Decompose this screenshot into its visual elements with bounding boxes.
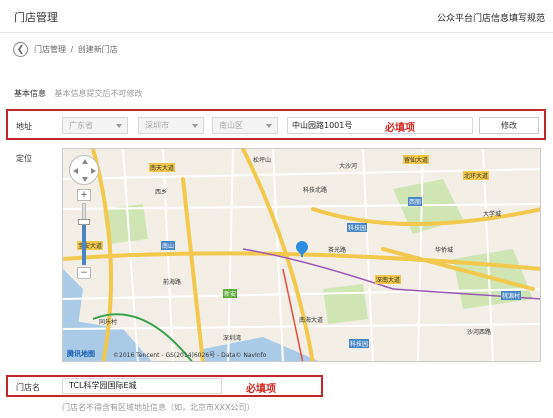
district-value: 南山区: [219, 121, 243, 130]
street-address-input[interactable]: 中山园路1001号: [287, 117, 473, 134]
location-label: 定位: [16, 154, 32, 163]
pan-left-icon[interactable]: [73, 168, 78, 174]
basic-info-section: 基本信息 基本信息提交后不可修改: [14, 88, 143, 99]
map-label: 同乐村: [99, 319, 118, 326]
chevron-down-icon: [116, 124, 122, 128]
basic-info-label: 基本信息: [14, 89, 46, 98]
pan-down-icon[interactable]: [82, 177, 88, 182]
district-select[interactable]: 南山区: [212, 117, 278, 134]
map-label: 北环大道: [463, 171, 490, 180]
map-footer: 腾讯地图 ©2016 Tencent - GS(2014)6026号 - Dat…: [63, 349, 540, 361]
map-label: 华侨城: [435, 247, 454, 254]
page-title: 门店管理: [14, 11, 58, 24]
map-label: 科技园: [349, 339, 370, 348]
zoom-handle[interactable]: [78, 218, 90, 225]
map-label: 桃源村: [501, 291, 522, 300]
city-value: 深圳市: [145, 121, 169, 130]
pan-right-icon[interactable]: [91, 168, 96, 174]
arrow-left-icon: ❮: [16, 44, 25, 55]
address-label: 地址: [16, 122, 32, 131]
map-label: 南山: [161, 241, 176, 250]
chevron-down-icon: [192, 124, 198, 128]
map-label: 科技北路: [303, 187, 328, 194]
map-pan-control[interactable]: [69, 155, 99, 185]
map-label: 新安: [223, 289, 238, 298]
zoom-out-button[interactable]: −: [77, 267, 91, 279]
zoom-level-fill: [82, 221, 86, 265]
province-value: 广东省: [69, 121, 93, 130]
map-label: 大沙河: [339, 163, 358, 170]
city-select[interactable]: 深圳市: [138, 117, 204, 134]
address-required-note: 必填项: [385, 123, 415, 134]
map-label: 大学城: [483, 211, 502, 218]
map-label: 前海路: [163, 279, 182, 286]
map-label: 西丽: [408, 197, 423, 206]
store-name-hint: 门店名不得含有区域地址信息（如，北京市XXX公司）: [62, 403, 255, 412]
chevron-down-icon: [266, 124, 272, 128]
map-label: 南海大道: [299, 317, 324, 324]
breadcrumb-parent[interactable]: 门店管理: [34, 45, 66, 54]
map-label: 深圳湾: [223, 335, 242, 342]
store-name-input[interactable]: TCL科学园国际E城: [62, 378, 222, 394]
pan-up-icon[interactable]: [82, 159, 88, 164]
map-copyright: ©2016 Tencent - GS(2014)6026号 - Data© Na…: [113, 352, 267, 359]
map-label: 西乡: [155, 189, 168, 196]
location-map[interactable]: 南天大道 松坪山 科技北路 西乡 深圳湾 南山 科技园 大沙河 西丽 留仙大道 …: [62, 148, 541, 362]
back-button[interactable]: ❮: [13, 42, 28, 57]
breadcrumb-separator: /: [70, 45, 74, 54]
province-select[interactable]: 广东省: [62, 117, 128, 134]
guidelines-link[interactable]: 公众平台门店信息填写规范: [437, 11, 545, 24]
location-pin-stem: [301, 252, 303, 257]
map-label: 茶光路: [328, 247, 347, 254]
map-label: 南天大道: [149, 163, 176, 172]
top-bar: 门店管理 公众平台门店信息填写规范: [0, 0, 553, 33]
map-label: 深南大道: [375, 275, 402, 284]
map-zoom-control: + −: [77, 189, 91, 279]
map-label: 留仙大道: [403, 155, 430, 164]
store-name-label: 门店名: [16, 383, 40, 392]
basic-info-hint: 基本信息提交后不可修改: [54, 89, 143, 98]
zoom-in-button[interactable]: +: [77, 189, 91, 201]
map-label: 沙河西路: [467, 329, 492, 336]
map-logo: 腾讯地图: [67, 350, 95, 358]
map-label: 松坪山: [253, 157, 272, 164]
breadcrumb-current: 创建新门店: [77, 45, 118, 54]
breadcrumb: 门店管理 / 创建新门店: [34, 44, 118, 55]
store-name-required-note: 必填项: [246, 384, 276, 395]
map-label: 科技园: [347, 223, 368, 232]
modify-button[interactable]: 修改: [479, 117, 539, 134]
